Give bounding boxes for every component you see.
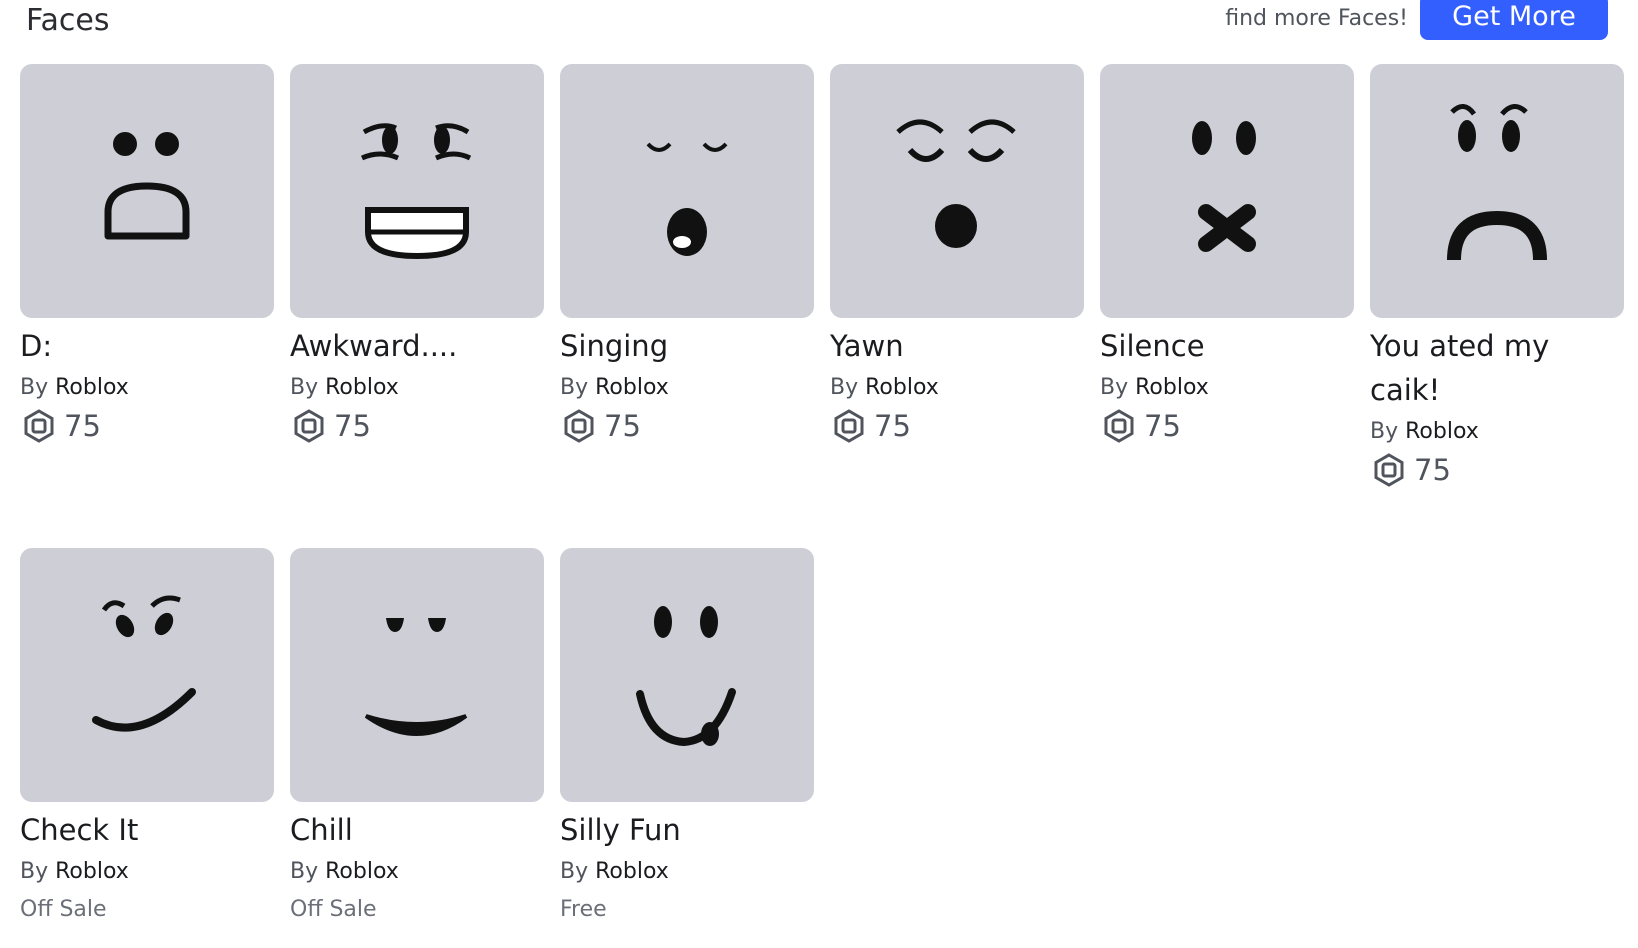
item-card[interactable]: D: By Roblox 75 [20,64,274,548]
awkward-face-icon [360,123,472,260]
silence-face-icon [1192,121,1256,252]
find-more-hint: find more Faces! [1225,6,1408,31]
item-creator: By Roblox [1370,412,1624,452]
faces-catalog-page: Faces find more Faces! Get More D: By Ro… [0,0,1638,948]
price-amount: 75 [1144,409,1181,443]
item-card[interactable]: Check It By Roblox Off Sale [20,548,274,928]
by-label: By [1370,419,1399,444]
creator-link[interactable]: Roblox [325,859,399,884]
price-amount: 75 [1414,453,1451,487]
item-status: Off Sale [290,897,377,922]
item-thumbnail[interactable] [1100,64,1354,318]
robux-icon [1104,409,1134,443]
item-creator: By Roblox [830,368,1084,408]
price-amount: 75 [874,409,911,443]
by-label: By [290,859,319,884]
robux-icon [564,409,594,443]
sad-face-icon [1447,104,1547,261]
d-face-icon [104,132,190,240]
item-name[interactable]: Silly Fun [560,808,814,852]
item-name[interactable]: Yawn [830,324,1084,368]
item-name[interactable]: Silence [1100,324,1354,368]
item-thumbnail[interactable] [20,548,274,802]
yawn-face-icon [896,119,1016,248]
robux-icon [1374,453,1404,487]
item-thumbnail[interactable] [560,548,814,802]
item-creator: By Roblox [560,368,814,408]
item-price: 75 [1370,452,1624,488]
robux-icon [834,409,864,443]
by-label: By [20,375,49,400]
section-title: Faces [26,3,110,38]
item-thumbnail[interactable] [1370,64,1624,318]
by-label: By [560,375,589,400]
item-card[interactable]: Silence By Roblox 75 [1100,64,1354,548]
item-name[interactable]: D: [20,324,274,368]
by-label: By [1100,375,1129,400]
creator-link[interactable]: Roblox [595,859,669,884]
robux-icon [24,409,54,443]
price-amount: 75 [334,409,371,443]
section-header-actions: find more Faces! Get More [1225,0,1608,40]
get-more-button[interactable]: Get More [1420,0,1608,40]
creator-link[interactable]: Roblox [55,375,129,400]
item-card[interactable]: Singing By Roblox 75 [560,64,814,548]
singing-face-icon [646,142,728,256]
item-name[interactable]: Check It [20,808,274,852]
item-card[interactable]: Silly Fun By Roblox Free [560,548,814,928]
item-price: 75 [290,408,544,444]
by-label: By [560,859,589,884]
price-amount: 75 [64,409,101,443]
item-price: 75 [1100,408,1354,444]
item-creator: By Roblox [290,852,544,892]
by-label: By [830,375,859,400]
item-thumbnail[interactable] [290,548,544,802]
item-thumbnail[interactable] [20,64,274,318]
item-card[interactable]: Awkward.... By Roblox 75 [290,64,544,548]
item-card[interactable]: Chill By Roblox Off Sale [290,548,544,928]
item-status: Free [560,897,607,922]
creator-link[interactable]: Roblox [1405,419,1479,444]
item-creator: By Roblox [560,852,814,892]
item-creator: By Roblox [1100,368,1354,408]
item-grid: D: By Roblox 75 Awkward.... By Roblox 75… [20,64,1624,928]
item-thumbnail[interactable] [830,64,1084,318]
creator-link[interactable]: Roblox [865,375,939,400]
check-it-face-icon [92,595,196,732]
item-name[interactable]: You ated my caik! [1370,324,1624,412]
creator-link[interactable]: Roblox [325,375,399,400]
item-card[interactable]: Yawn By Roblox 75 [830,64,1084,548]
item-name[interactable]: Singing [560,324,814,368]
item-creator: By Roblox [290,368,544,408]
by-label: By [20,859,49,884]
chill-face-icon [364,618,468,736]
item-price: 75 [20,408,274,444]
item-price: 75 [560,408,814,444]
item-name[interactable]: Awkward.... [290,324,544,368]
item-status: Off Sale [20,897,107,922]
silly-fun-face-icon [636,606,736,747]
creator-link[interactable]: Roblox [595,375,669,400]
robux-icon [294,409,324,443]
creator-link[interactable]: Roblox [55,859,129,884]
price-amount: 75 [604,409,641,443]
item-thumbnail[interactable] [560,64,814,318]
item-name[interactable]: Chill [290,808,544,852]
creator-link[interactable]: Roblox [1135,375,1209,400]
item-creator: By Roblox [20,852,274,892]
item-creator: By Roblox [20,368,274,408]
by-label: By [290,375,319,400]
item-thumbnail[interactable] [290,64,544,318]
item-price: 75 [830,408,1084,444]
item-card[interactable]: You ated my caik! By Roblox 75 [1370,64,1624,548]
